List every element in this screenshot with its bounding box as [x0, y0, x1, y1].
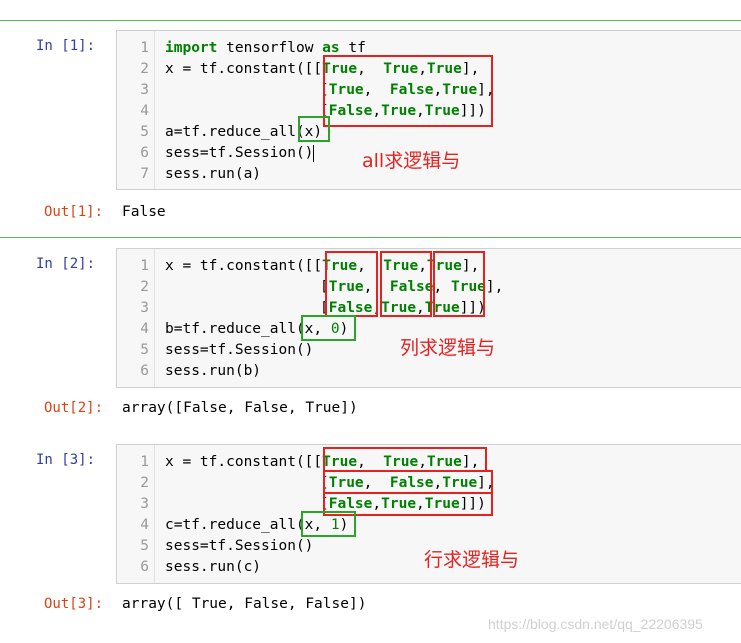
- watermark: https://blog.csdn.net/qq_22206395: [488, 616, 703, 632]
- highlight-box-red: [325, 251, 378, 317]
- out-prompt: Out[3]:: [44, 596, 104, 612]
- in-prompt: In [1]:: [36, 38, 96, 54]
- cell-output: array([ True, False, False]): [122, 596, 367, 612]
- highlight-box-green: [301, 315, 356, 341]
- annotation-label: 行求逻辑与: [424, 549, 520, 571]
- highlight-box-red: [323, 55, 493, 127]
- text-cursor: [313, 144, 315, 162]
- highlight-box-green: [301, 511, 356, 537]
- top-separator: [0, 20, 741, 21]
- cell-output: False: [122, 204, 166, 220]
- annotation-label: 列求逻辑与: [400, 337, 496, 359]
- code-line: 4 c=tf.reduce_all(x, 1): [140, 517, 349, 533]
- in-prompt: In [3]:: [36, 452, 96, 468]
- cell-output: array([False, False, True]): [122, 400, 358, 416]
- highlight-box-red: [323, 470, 493, 494]
- annotation-label: all求逻辑与: [362, 150, 461, 172]
- highlight-box-red: [433, 251, 485, 317]
- highlight-box-green: [298, 116, 330, 142]
- cell-separator: [0, 237, 741, 238]
- in-prompt: In [2]:: [36, 256, 96, 272]
- out-prompt: Out[2]:: [44, 400, 104, 416]
- code-line: 6 sess.run(b): [140, 363, 262, 379]
- out-prompt: Out[1]:: [44, 204, 104, 220]
- highlight-box-red: [323, 447, 487, 472]
- highlight-box-red: [380, 251, 432, 317]
